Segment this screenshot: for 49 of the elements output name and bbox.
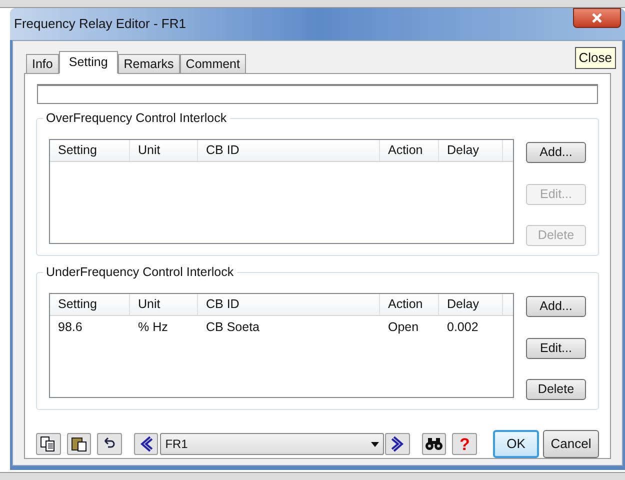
column-header[interactable]: Setting <box>50 294 130 315</box>
column-header[interactable]: Action <box>380 140 439 161</box>
help-button[interactable]: ? <box>452 433 478 455</box>
group-title: UnderFrequency Control Interlock <box>43 265 237 279</box>
column-header[interactable]: Delay <box>439 294 503 315</box>
tab[interactable]: Setting <box>58 51 118 74</box>
window-title: Frequency Relay Editor - FR1 <box>14 15 186 34</box>
close-button[interactable] <box>573 8 621 28</box>
tab[interactable]: Info <box>26 54 59 73</box>
column-header[interactable]: Delay <box>439 140 503 161</box>
dropdown-value: FR1 <box>165 436 188 453</box>
action-button[interactable]: Edit... <box>526 338 586 358</box>
column-header[interactable]: Unit <box>130 140 198 161</box>
table-cell-text: Open <box>387 318 420 336</box>
action-button[interactable]: Add... <box>526 142 586 163</box>
chevron-left-icon <box>138 436 153 452</box>
list-view[interactable]: Setting Unit CB ID Action Delay <box>49 139 514 244</box>
table-cell-text: 0.002 <box>446 318 480 336</box>
list-view[interactable]: Setting Unit CB ID Action Delay 98.6 % Hz CB Soeta Open 0.002 <box>49 293 514 398</box>
column-header[interactable]: Setting <box>50 140 130 161</box>
column-header[interactable]: Action <box>380 294 439 315</box>
column-header[interactable]: CB ID <box>198 140 380 161</box>
action-button[interactable]: Add... <box>526 296 586 317</box>
tab[interactable]: Remarks <box>118 54 180 73</box>
table-cell-text: 98.6 <box>57 318 84 336</box>
dialog-button[interactable]: Cancel <box>543 430 600 458</box>
table-cell-text: % Hz <box>137 318 169 336</box>
action-button[interactable]: Delete <box>526 379 586 400</box>
dropdown-arrow-icon <box>371 442 380 446</box>
tab[interactable]: Comment <box>180 54 246 73</box>
dialog-button[interactable]: OK <box>493 430 540 458</box>
table-cell-text: CB Soeta <box>205 318 261 336</box>
next-button[interactable] <box>385 433 410 455</box>
copy-button[interactable] <box>36 433 61 455</box>
close-tooltip: Close <box>574 47 616 68</box>
undo-button[interactable] <box>97 433 122 455</box>
find-button[interactable] <box>422 433 446 455</box>
paste-icon <box>70 436 87 452</box>
paste-button[interactable] <box>66 433 92 455</box>
binoculars-icon <box>425 437 444 451</box>
column-header[interactable]: CB ID <box>198 294 380 315</box>
copy-icon <box>40 436 56 452</box>
group-title: OverFrequency Control Interlock <box>43 111 230 125</box>
column-header[interactable]: Unit <box>130 294 198 315</box>
previous-button[interactable] <box>134 433 158 455</box>
record-dropdown[interactable]: FR1 <box>160 433 384 455</box>
text-field[interactable] <box>37 84 598 104</box>
chevron-right-icon <box>390 436 405 452</box>
close-icon <box>591 13 603 23</box>
